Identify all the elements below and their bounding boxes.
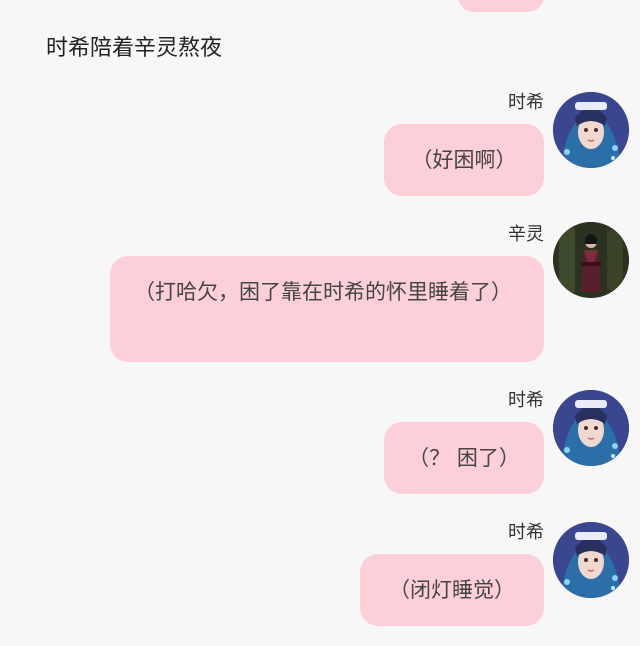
message-text: （打哈欠，困了靠在时希的怀里睡着了） — [134, 280, 512, 304]
avatar-xinling-icon[interactable] — [553, 222, 629, 298]
message-bubble[interactable]: （？ 困了） — [384, 422, 544, 494]
sender-name: 时希 — [508, 522, 544, 543]
message-bubble[interactable]: （打哈欠，困了靠在时希的怀里睡着了） — [110, 256, 544, 362]
message-bubble[interactable]: （闭灯睡觉） — [360, 554, 544, 626]
avatar-shixi-icon[interactable] — [553, 522, 629, 598]
message-text: （好困啊） — [411, 148, 517, 172]
sender-name: 辛灵 — [508, 224, 544, 245]
avatar-shixi-icon[interactable] — [553, 92, 629, 168]
conversation-title: 时希陪着辛灵熬夜 — [46, 36, 223, 61]
message-text: （？ 困了） — [408, 446, 520, 470]
avatar-shixi-icon[interactable] — [553, 390, 629, 466]
sender-name: 时希 — [508, 390, 544, 411]
message-text: （闭灯睡觉） — [389, 578, 515, 602]
previous-message-bubble[interactable] — [458, 0, 544, 12]
sender-name: 时希 — [508, 92, 544, 113]
message-bubble[interactable]: （好困啊） — [384, 124, 544, 196]
